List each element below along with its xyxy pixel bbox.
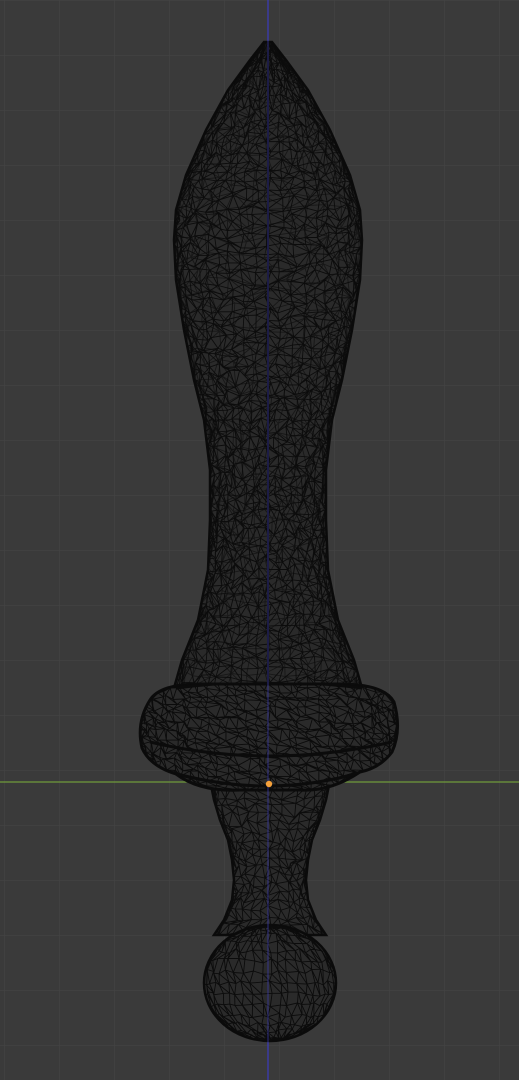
- 3d-viewport[interactable]: [0, 0, 519, 1080]
- object-origin-point[interactable]: [265, 780, 273, 788]
- viewport-canvas[interactable]: [0, 0, 519, 1080]
